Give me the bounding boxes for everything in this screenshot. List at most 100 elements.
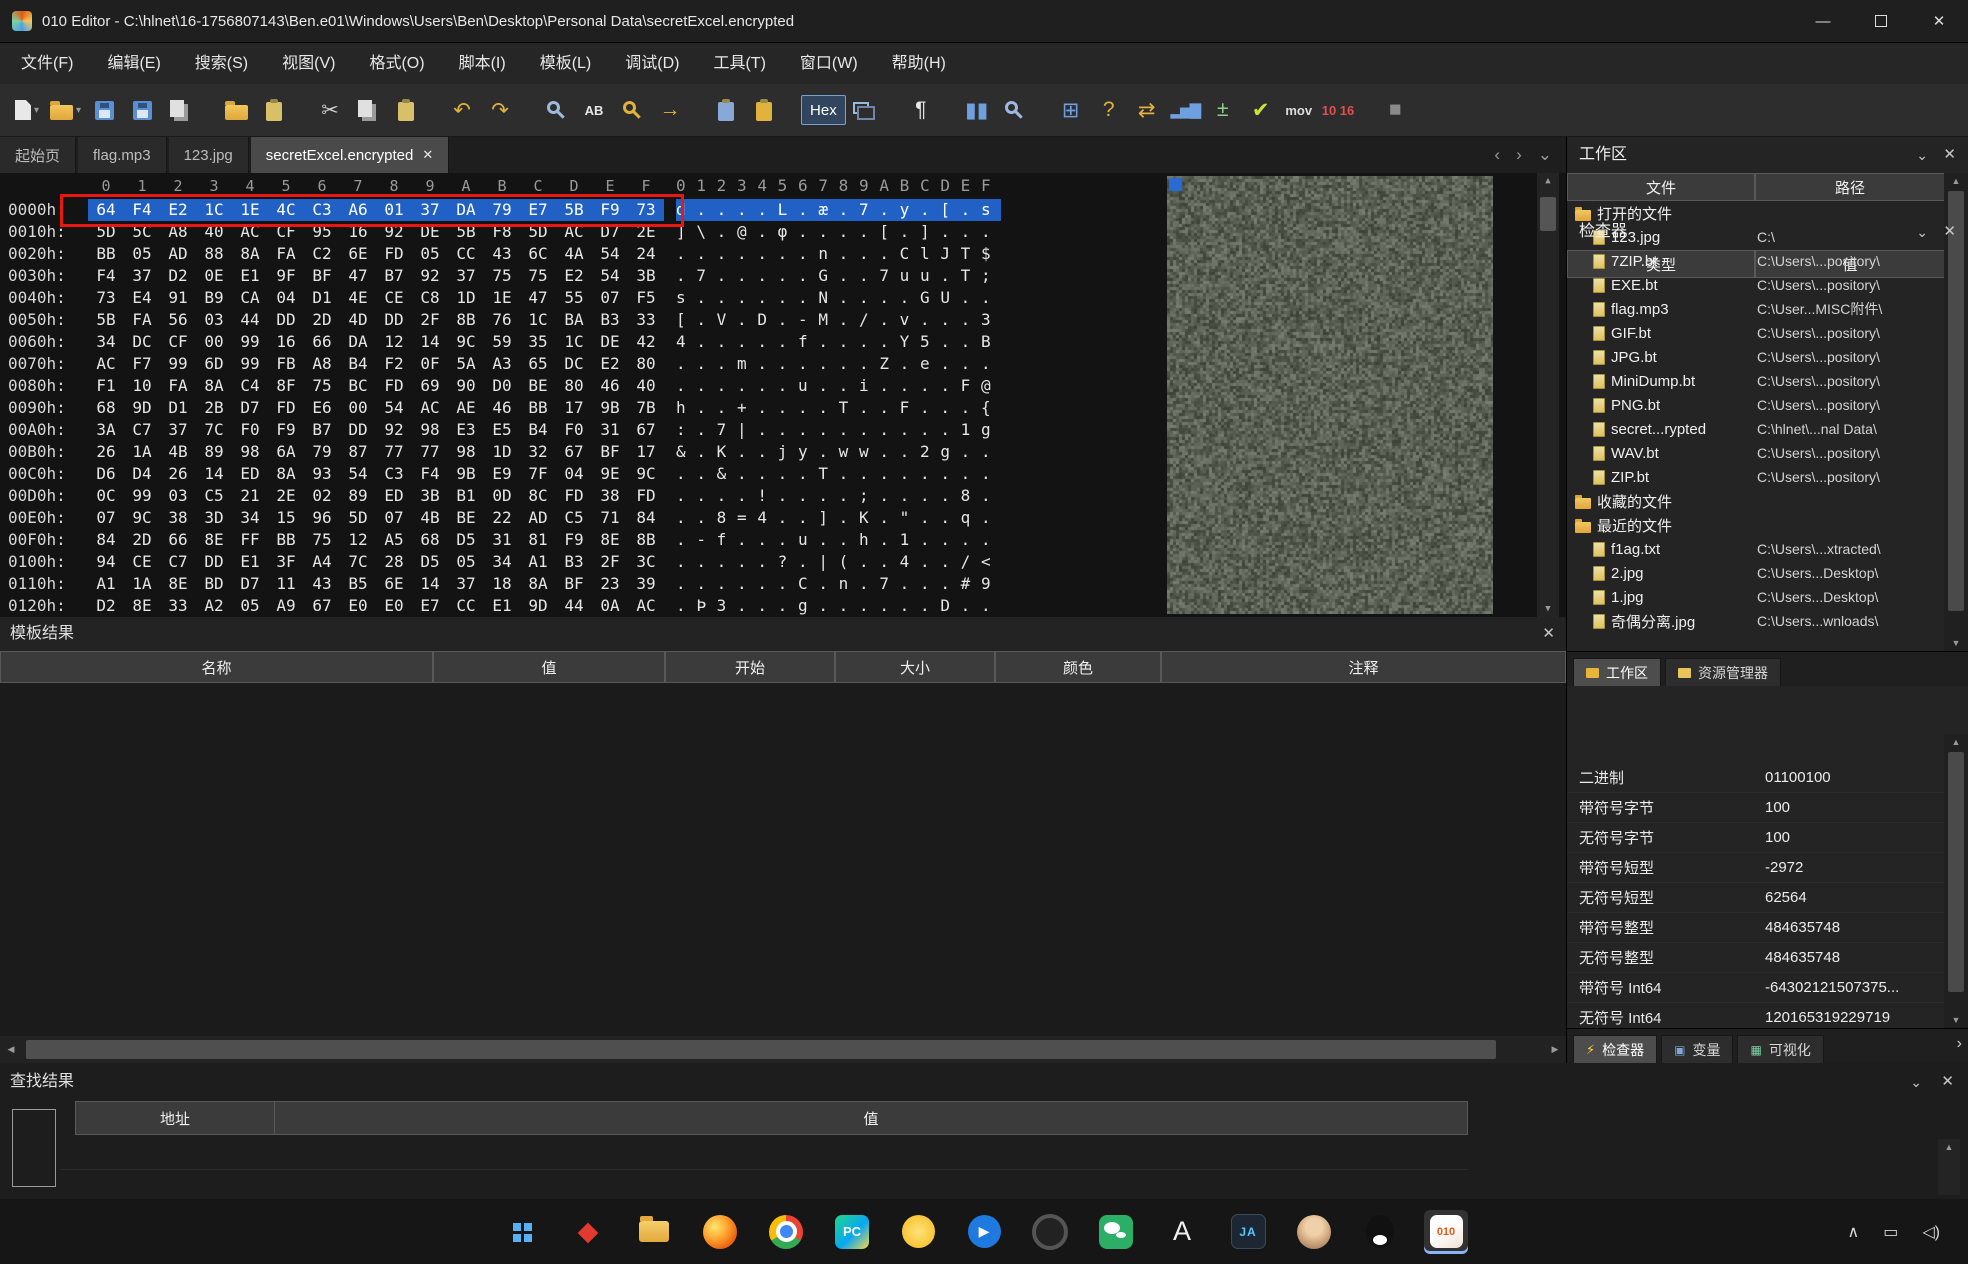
workspace-row[interactable]: JPG.bt C:\Users\...pository\ xyxy=(1567,345,1945,369)
app-dark-icon[interactable] xyxy=(1028,1210,1072,1254)
hex-byte[interactable]: 5D xyxy=(520,221,556,243)
hex-byte[interactable]: 0F xyxy=(412,353,448,375)
hex-byte[interactable]: 18 xyxy=(484,573,520,595)
hex-byte[interactable]: 65 xyxy=(520,353,556,375)
hex-byte[interactable]: 2F xyxy=(592,551,628,573)
hex-byte[interactable]: 3B xyxy=(412,485,448,507)
hex-byte[interactable]: 16 xyxy=(268,331,304,353)
hex-byte[interactable]: D7 xyxy=(592,221,628,243)
hex-byte[interactable]: 1C xyxy=(520,309,556,331)
hex-byte[interactable]: 55 xyxy=(556,287,592,309)
scrollbar-thumb[interactable] xyxy=(1540,197,1556,231)
ascii-text[interactable]: s......N....GU.. xyxy=(676,287,1001,309)
app-diamond-icon[interactable]: ◆ xyxy=(566,1210,610,1254)
hex-byte[interactable]: CC xyxy=(448,595,484,617)
close-button[interactable]: ✕ xyxy=(1910,0,1968,42)
hex-byte[interactable]: 9F xyxy=(268,265,304,287)
hex-byte[interactable]: 68 xyxy=(88,397,124,419)
ascii-text[interactable]: .....?.|(..4../< xyxy=(676,551,1001,573)
hex-byte[interactable]: 1A xyxy=(124,573,160,595)
hex-byte[interactable]: AC xyxy=(628,595,664,617)
hex-byte[interactable]: 00 xyxy=(340,397,376,419)
hex-byte[interactable]: CC xyxy=(448,243,484,265)
replace-icon[interactable]: AB xyxy=(575,89,613,131)
hex-byte[interactable]: E1 xyxy=(232,265,268,287)
jadx-icon[interactable]: JA xyxy=(1226,1210,1270,1254)
hex-byte[interactable]: 6E xyxy=(340,243,376,265)
hex-byte[interactable]: D5 xyxy=(448,529,484,551)
tab-variables[interactable]: 变量 xyxy=(1661,1035,1733,1063)
hex-byte[interactable]: 0C xyxy=(88,485,124,507)
inspector-row[interactable]: 无符号 Int64 120165319229719 xyxy=(1567,1003,1945,1028)
hex-byte[interactable]: 2E xyxy=(268,485,304,507)
menu-item[interactable]: 文件(F) xyxy=(4,43,90,84)
inspector-row[interactable]: 无符号短型 62564 xyxy=(1567,883,1945,913)
import-file-icon[interactable] xyxy=(255,89,293,131)
tab-inspector[interactable]: 检查器 xyxy=(1573,1035,1657,1063)
hex-byte[interactable]: 9C xyxy=(628,463,664,485)
hex-byte[interactable]: F5 xyxy=(628,287,664,309)
hex-byte[interactable]: 31 xyxy=(592,419,628,441)
template-results-close-icon[interactable]: ✕ xyxy=(1542,617,1555,651)
workspace-row[interactable]: 2.jpg C:\Users...Desktop\ xyxy=(1567,561,1945,585)
scroll-up-icon[interactable]: ▲ xyxy=(1938,1139,1960,1155)
hex-byte[interactable]: 37 xyxy=(124,265,160,287)
hex-byte[interactable]: 8A xyxy=(520,573,556,595)
hex-byte[interactable]: 6C xyxy=(520,243,556,265)
hex-byte[interactable]: 2D xyxy=(304,309,340,331)
hex-byte[interactable]: DA xyxy=(448,199,484,221)
scrollbar-thumb[interactable] xyxy=(1948,752,1964,992)
hex-byte[interactable]: 05 xyxy=(124,243,160,265)
hex-byte[interactable]: 9C xyxy=(448,331,484,353)
hex-byte[interactable]: B1 xyxy=(448,485,484,507)
file-visualization[interactable] xyxy=(1167,176,1493,614)
tray-display-icon[interactable]: ▭ xyxy=(1875,1222,1906,1242)
app-blue-play-icon[interactable]: ▶ xyxy=(962,1210,1006,1254)
hex-byte[interactable]: 64 xyxy=(88,199,124,221)
hex-byte[interactable]: 5B xyxy=(448,221,484,243)
hex-byte[interactable]: D0 xyxy=(484,375,520,397)
hex-byte[interactable]: 3D xyxy=(196,507,232,529)
hex-byte[interactable]: 10 xyxy=(124,375,160,397)
hex-byte[interactable]: BE xyxy=(520,375,556,397)
hex-byte[interactable]: 03 xyxy=(196,309,232,331)
hex-byte[interactable]: 75 xyxy=(484,265,520,287)
hex-byte[interactable]: FA xyxy=(124,309,160,331)
hex-byte[interactable]: A8 xyxy=(304,353,340,375)
hex-byte[interactable]: FD xyxy=(376,375,412,397)
find-icon[interactable] xyxy=(537,89,575,131)
hex-byte[interactable]: BA xyxy=(556,309,592,331)
hex-byte[interactable]: 34 xyxy=(232,507,268,529)
ascii-text[interactable]: ......u..i....F@ xyxy=(676,375,1001,397)
find-results-close-icon[interactable]: ✕ xyxy=(1941,1063,1954,1101)
hex-byte[interactable]: 40 xyxy=(196,221,232,243)
hex-byte[interactable]: 75 xyxy=(520,265,556,287)
hex-byte[interactable]: 8A xyxy=(196,375,232,397)
hex-byte[interactable]: B4 xyxy=(520,419,556,441)
hex-byte[interactable]: 28 xyxy=(376,551,412,573)
ascii-text[interactable]: [.V.D.-M./.v...3 xyxy=(676,309,1001,331)
hex-byte[interactable]: 3F xyxy=(268,551,304,573)
workspace-close-icon[interactable]: ✕ xyxy=(1943,137,1956,173)
hex-byte[interactable]: CE xyxy=(124,551,160,573)
hex-byte[interactable]: 14 xyxy=(412,573,448,595)
hex-byte[interactable]: 79 xyxy=(484,199,520,221)
hex-byte[interactable]: 39 xyxy=(628,573,664,595)
workspace-row[interactable]: 1.jpg C:\Users...Desktop\ xyxy=(1567,585,1945,609)
hex-byte[interactable]: 05 xyxy=(448,551,484,573)
hex-byte[interactable]: 98 xyxy=(448,441,484,463)
hex-byte[interactable]: 4D xyxy=(340,309,376,331)
template-results-column-header[interactable]: 值 xyxy=(433,651,665,683)
hex-byte[interactable]: AD xyxy=(160,243,196,265)
hex-byte[interactable]: E7 xyxy=(412,595,448,617)
hex-byte[interactable]: 54 xyxy=(340,463,376,485)
inspector-row[interactable]: 带符号短型 -2972 xyxy=(1567,853,1945,883)
tab-close-icon[interactable]: ✕ xyxy=(422,147,433,163)
hex-byte[interactable]: 8E xyxy=(124,595,160,617)
hex-byte[interactable]: DD xyxy=(268,309,304,331)
hex-byte[interactable]: 40 xyxy=(628,375,664,397)
menu-item[interactable]: 格式(O) xyxy=(352,43,441,84)
stop-icon[interactable]: ■ xyxy=(1376,89,1414,131)
save-file-icon[interactable] xyxy=(85,89,123,131)
hex-byte[interactable]: 5C xyxy=(124,221,160,243)
